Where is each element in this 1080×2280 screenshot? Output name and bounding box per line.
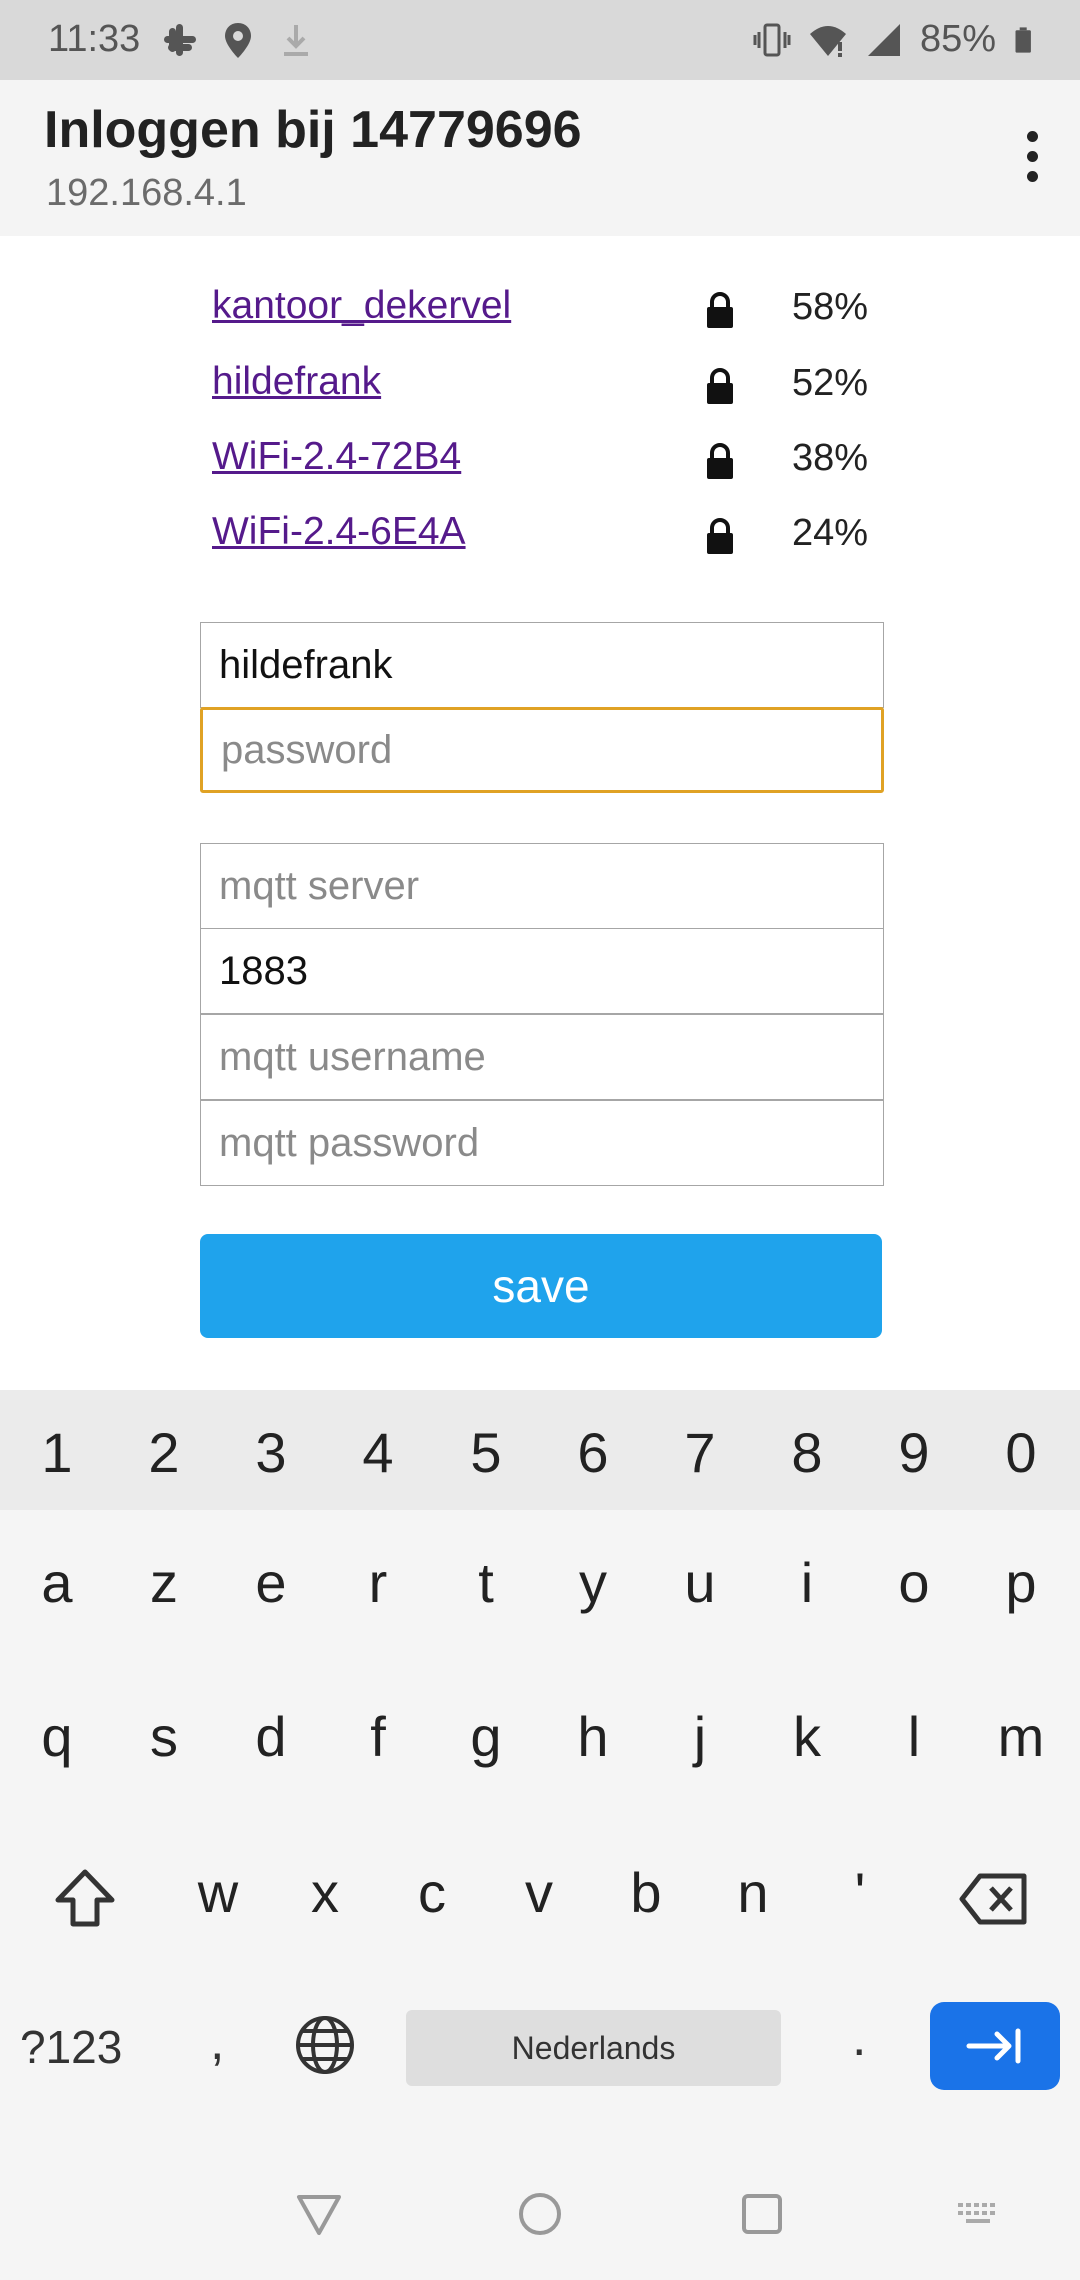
key-a[interactable]: a (17, 1550, 97, 1615)
network-strength: 52% (792, 362, 869, 404)
mqtt-server-field[interactable] (200, 843, 884, 929)
key-e[interactable]: e (231, 1550, 311, 1615)
key-apostrophe[interactable]: ' (820, 1860, 900, 1925)
key-5[interactable]: 5 (446, 1420, 526, 1485)
key-t[interactable]: t (446, 1550, 526, 1615)
key-c[interactable]: c (392, 1860, 472, 1925)
key-g[interactable]: g (446, 1704, 526, 1769)
network-strength: 38% (792, 437, 869, 479)
key-y[interactable]: y (553, 1550, 633, 1615)
key-l[interactable]: l (874, 1704, 954, 1769)
key-r[interactable]: r (338, 1550, 418, 1615)
network-item: WiFi-2.4-72B4 38% (212, 429, 872, 489)
key-u[interactable]: u (660, 1550, 740, 1615)
password-field[interactable] (200, 707, 884, 793)
battery-percent: 85% (919, 18, 996, 60)
page-url: 192.168.4.1 (46, 172, 247, 214)
keyboard-icon[interactable] (954, 2189, 1004, 2239)
lock-icon (707, 443, 733, 479)
lock-icon (707, 518, 733, 554)
status-right-icons: 85% (752, 18, 1040, 61)
network-link[interactable]: WiFi-2.4-72B4 (212, 435, 461, 479)
key-b[interactable]: b (606, 1860, 686, 1925)
key-i[interactable]: i (767, 1550, 847, 1615)
network-item: kantoor_dekervel 58% (212, 278, 872, 338)
app-bar: Inloggen bij 14779696 192.168.4.1 (0, 80, 1080, 236)
next-field-button[interactable] (930, 2002, 1060, 2090)
globe-icon[interactable] (294, 2014, 356, 2076)
key-o[interactable]: o (874, 1550, 954, 1615)
status-left-icons (160, 20, 316, 60)
network-item: hildefrank 52% (212, 354, 872, 414)
network-strength: 24% (792, 512, 869, 554)
key-d[interactable]: d (231, 1704, 311, 1769)
key-k[interactable]: k (767, 1704, 847, 1769)
location-icon (225, 23, 251, 58)
key-6[interactable]: 6 (553, 1420, 633, 1485)
number-row: 1 2 3 4 5 6 7 8 9 0 (0, 1390, 1080, 1510)
symbols-key[interactable]: ?123 (20, 2020, 122, 2074)
home-icon[interactable] (515, 2189, 565, 2239)
network-item: WiFi-2.4-6E4A 24% (212, 504, 872, 564)
key-v[interactable]: v (499, 1860, 579, 1925)
key-s[interactable]: s (124, 1704, 204, 1769)
comma-key[interactable]: , (210, 2012, 224, 2072)
key-7[interactable]: 7 (660, 1420, 740, 1485)
key-f[interactable]: f (338, 1704, 418, 1769)
mqtt-username-field[interactable] (200, 1014, 884, 1100)
key-2[interactable]: 2 (124, 1420, 204, 1485)
key-4[interactable]: 4 (338, 1420, 418, 1485)
mqtt-password-field[interactable] (200, 1100, 884, 1186)
page-title: Inloggen bij 14779696 (44, 101, 582, 159)
key-x[interactable]: x (285, 1860, 365, 1925)
key-m[interactable]: m (981, 1704, 1061, 1769)
key-w[interactable]: w (178, 1860, 258, 1925)
key-3[interactable]: 3 (231, 1420, 311, 1485)
key-8[interactable]: 8 (767, 1420, 847, 1485)
network-link[interactable]: hildefrank (212, 360, 381, 404)
lock-icon (707, 292, 733, 328)
key-j[interactable]: j (660, 1704, 740, 1769)
lock-icon (707, 368, 733, 404)
network-strength: 58% (792, 286, 869, 328)
period-key[interactable]: . (852, 2008, 866, 2068)
key-n[interactable]: n (713, 1860, 793, 1925)
vibrate-icon (753, 23, 791, 56)
status-time: 11:33 (48, 18, 141, 60)
tab-arrow-icon (966, 2028, 1021, 2064)
recents-icon[interactable] (737, 2189, 787, 2239)
wifi-icon (809, 25, 846, 57)
keyboard: 1 2 3 4 5 6 7 8 9 0 a z e r t y u i o p … (0, 1390, 1080, 2155)
back-icon[interactable] (294, 2189, 344, 2239)
navigation-bar (0, 2155, 1080, 2280)
key-1[interactable]: 1 (17, 1420, 97, 1485)
battery-icon (1015, 26, 1031, 53)
ssid-field[interactable] (200, 622, 884, 708)
mqtt-port-field[interactable] (200, 928, 884, 1014)
backspace-icon[interactable] (958, 1870, 1030, 1928)
download-icon (284, 25, 308, 56)
key-q[interactable]: q (17, 1704, 97, 1769)
status-bar: 11:33 85% (0, 0, 1080, 80)
more-vert-icon[interactable] (1004, 120, 1060, 192)
signal-icon (867, 23, 900, 56)
shift-icon[interactable] (50, 1864, 120, 1934)
key-h[interactable]: h (553, 1704, 633, 1769)
save-button[interactable]: save (200, 1234, 882, 1338)
space-bar[interactable]: Nederlands (406, 2010, 781, 2086)
slack-icon (164, 24, 196, 56)
network-link[interactable]: kantoor_dekervel (212, 284, 511, 328)
key-0[interactable]: 0 (981, 1420, 1061, 1485)
key-9[interactable]: 9 (874, 1420, 954, 1485)
key-p[interactable]: p (981, 1550, 1061, 1615)
network-link[interactable]: WiFi-2.4-6E4A (212, 510, 466, 554)
key-z[interactable]: z (124, 1550, 204, 1615)
